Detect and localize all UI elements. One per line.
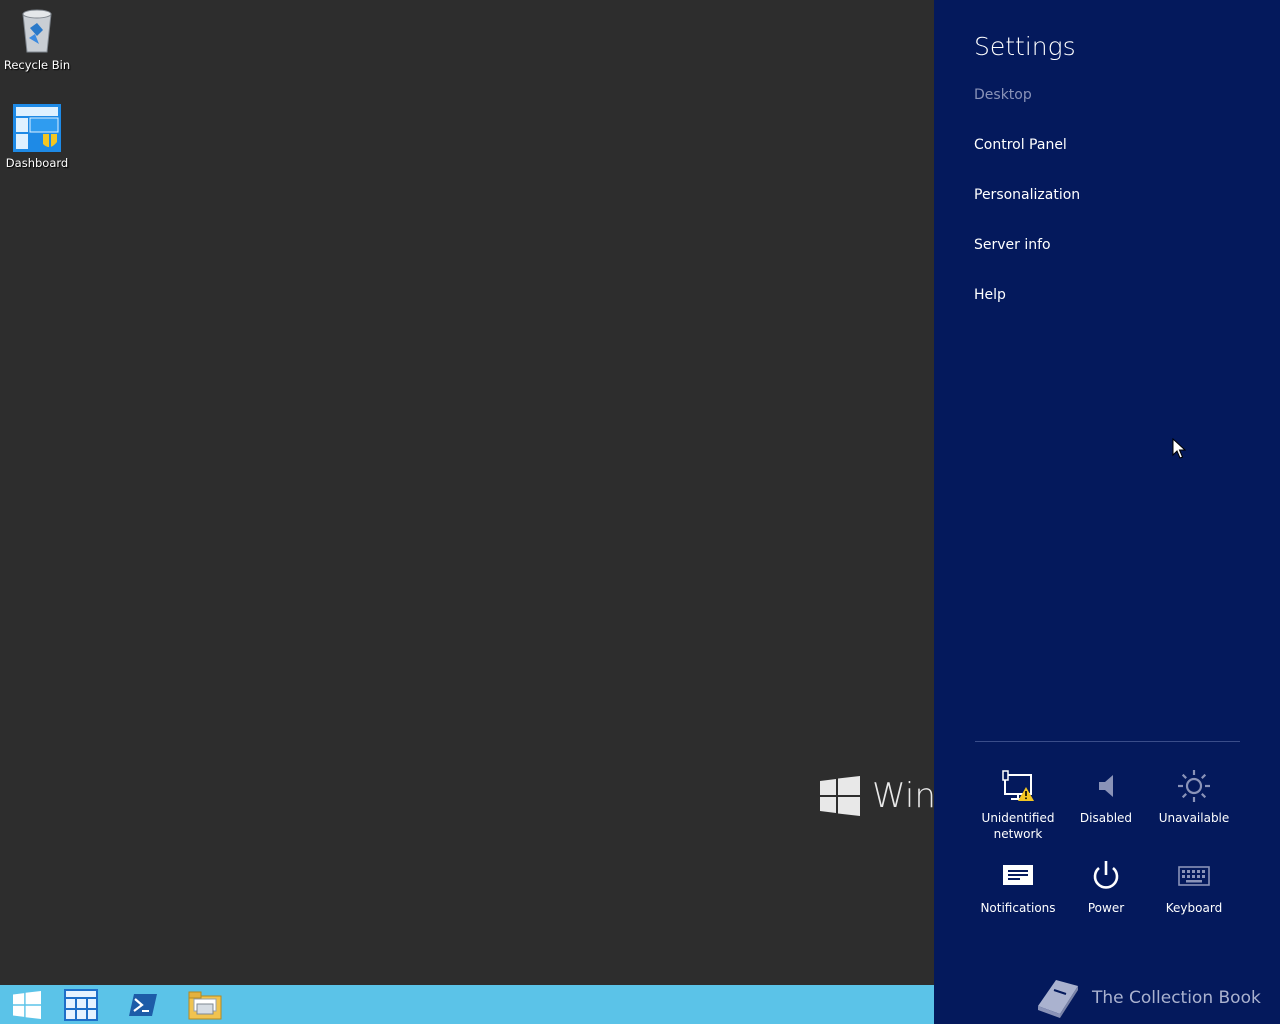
tile-label: Unavailable xyxy=(1158,811,1230,825)
settings-item-personalization[interactable]: Personalization xyxy=(974,185,1080,235)
desktop-icon-label: Recycle Bin xyxy=(3,58,71,72)
taskbar xyxy=(0,985,934,1024)
notifications-tile[interactable]: Notifications xyxy=(974,858,1062,916)
watermark-text: Wind xyxy=(872,776,934,816)
powershell-button[interactable] xyxy=(116,985,170,1024)
settings-menu: Desktop Control Panel Personalization Se… xyxy=(974,85,1080,335)
divider xyxy=(975,741,1240,742)
settings-item-desktop: Desktop xyxy=(974,87,1032,103)
desktop-icon-label: Dashboard xyxy=(5,156,69,170)
desktop-icon-recycle-bin[interactable]: Recycle Bin xyxy=(0,6,74,72)
powershell-icon xyxy=(129,993,157,1016)
power-tile[interactable]: Power xyxy=(1062,858,1150,916)
network-warning-icon xyxy=(1002,770,1034,801)
tile-label: Power xyxy=(1087,901,1125,915)
brand-watermark: The Collection Book xyxy=(1030,976,1261,1020)
windows-logo-icon xyxy=(13,990,41,1019)
desktop: Recycle Bin Dashboard Wind xyxy=(0,0,934,985)
settings-item-help[interactable]: Help xyxy=(974,285,1080,335)
speaker-icon xyxy=(1099,775,1113,797)
mouse-cursor-icon xyxy=(1172,438,1186,459)
tile-label: Disabled xyxy=(1079,811,1133,825)
settings-charm-panel: Settings Desktop Control Panel Personali… xyxy=(934,0,1280,1024)
keyboard-tile[interactable]: Keyboard xyxy=(1150,858,1238,916)
recycle-bin-icon xyxy=(13,6,61,54)
dashboard-icon xyxy=(13,104,61,152)
book-icon xyxy=(1038,980,1078,1018)
power-icon xyxy=(1093,861,1119,889)
tile-label: Unidentified network xyxy=(981,811,1055,841)
brightness-icon xyxy=(1178,770,1210,802)
brand-text: The Collection Book xyxy=(1092,988,1261,1008)
server-manager-icon xyxy=(64,988,98,1021)
tile-label: Keyboard xyxy=(1165,901,1223,915)
windows-watermark: Wind xyxy=(820,776,934,816)
notifications-icon xyxy=(1003,865,1033,885)
start-button[interactable] xyxy=(0,985,54,1024)
desktop-icon-dashboard[interactable]: Dashboard xyxy=(0,104,74,170)
file-explorer-button[interactable] xyxy=(178,985,232,1024)
settings-item-server-info[interactable]: Server info xyxy=(974,235,1080,285)
settings-title: Settings xyxy=(974,32,1076,61)
windows-logo-icon xyxy=(820,776,860,816)
brightness-tile[interactable]: Unavailable xyxy=(1150,768,1238,826)
settings-item-control-panel[interactable]: Control Panel xyxy=(974,135,1080,185)
tile-label: Notifications xyxy=(980,901,1056,915)
network-tile[interactable]: Unidentified network xyxy=(974,768,1062,842)
volume-tile[interactable]: Disabled xyxy=(1062,768,1150,826)
keyboard-icon xyxy=(1178,866,1210,886)
server-manager-button[interactable] xyxy=(54,985,108,1024)
folder-icon xyxy=(188,991,222,1019)
